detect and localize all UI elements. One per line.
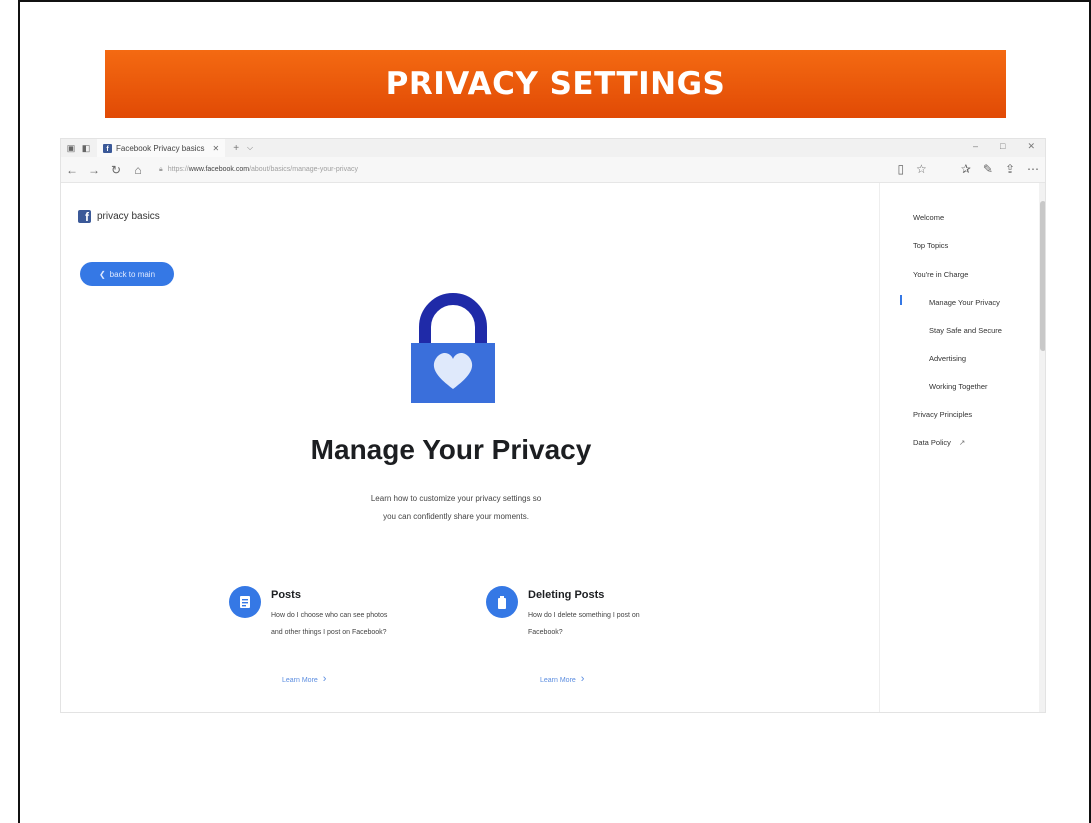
share-icon[interactable]: ⇪ <box>1005 162 1015 176</box>
learn-more-label: Learn More <box>540 677 576 684</box>
card-desc-line: How do I delete something I post on <box>528 612 640 619</box>
tab-title: Facebook Privacy basics <box>116 143 205 153</box>
data-policy-label: Data Policy <box>913 438 951 447</box>
sidebar-item-working-together[interactable]: Working Together <box>929 382 988 391</box>
card-title: Deleting Posts <box>528 589 605 601</box>
lock-icon: 🔒︎ <box>159 165 163 173</box>
card-desc-line: How do I choose who can see photos <box>271 612 388 619</box>
tab-bar: ▣ ◧ f Facebook Privacy basics ✕ + ⌵ – □ … <box>61 139 1045 157</box>
sidebar-item-privacy-principles[interactable]: Privacy Principles <box>913 410 972 419</box>
card-desc-line: and other things I post on Facebook? <box>271 629 387 636</box>
refresh-icon[interactable]: ↻ <box>105 163 127 177</box>
subtitle-line: you can confidently share your moments. <box>383 512 529 521</box>
deleting-posts-card: Deleting Posts How do I delete something… <box>486 586 698 641</box>
brand[interactable]: f privacy basics <box>78 210 160 223</box>
tab-close-icon[interactable]: ✕ <box>212 144 219 153</box>
maximize-button[interactable]: □ <box>1000 141 1005 152</box>
url-domain: www.facebook.com <box>188 166 250 173</box>
pen-note-icon[interactable]: ✎ <box>983 162 993 176</box>
minimize-button[interactable]: – <box>973 141 978 152</box>
reading-view-icon[interactable]: ▯ <box>897 162 904 176</box>
post-document-icon <box>229 586 261 618</box>
learn-more-link-deleting[interactable]: Learn More › <box>540 673 584 685</box>
tab-list-dropdown[interactable]: ⌵ <box>247 143 253 153</box>
sidebar-item-stay-safe[interactable]: Stay Safe and Secure <box>929 326 1002 335</box>
learn-more-label: Learn More <box>282 677 318 684</box>
slide-banner: PRIVACY SETTINGS <box>105 50 1006 118</box>
chevron-left-icon: ❮ <box>98 269 106 279</box>
page-subtitle: Learn how to customize your privacy sett… <box>331 490 581 526</box>
back-arrow-icon[interactable]: ← <box>61 163 83 177</box>
external-link-icon: ↗ <box>959 438 966 447</box>
scrollbar-thumb[interactable] <box>1040 201 1045 351</box>
chevron-right-icon: › <box>322 673 327 685</box>
more-menu-icon[interactable]: ⋯ <box>1027 162 1039 176</box>
card-description: How do I choose who can see photos and o… <box>271 607 441 641</box>
favorites-hub-icon[interactable]: ✰ <box>961 162 971 176</box>
subtitle-line: Learn how to customize your privacy sett… <box>370 494 542 503</box>
browser-tab[interactable]: f Facebook Privacy basics ✕ <box>97 139 226 157</box>
sidebar-item-advertising[interactable]: Advertising <box>929 354 966 363</box>
topics-sidebar: Welcome Top Topics You're in Charge Mana… <box>879 183 1045 712</box>
sidebar-item-youre-in-charge[interactable]: You're in Charge <box>913 270 968 279</box>
back-button-label: back to main <box>109 269 156 279</box>
brand-label: privacy basics <box>97 211 160 222</box>
url-prefix: https:// <box>167 166 189 173</box>
sidebar-item-top-topics[interactable]: Top Topics <box>913 241 948 250</box>
scrollbar[interactable] <box>1039 183 1045 712</box>
learn-more-link-posts[interactable]: Learn More › <box>282 673 326 685</box>
active-item-marker <box>900 295 902 305</box>
favorite-star-icon[interactable]: ☆ <box>916 162 927 176</box>
facebook-favicon-icon: f <box>103 143 112 153</box>
browser-window: ▣ ◧ f Facebook Privacy basics ✕ + ⌵ – □ … <box>60 138 1046 713</box>
posts-card: Posts How do I choose who can see photos… <box>229 586 441 641</box>
close-window-button[interactable]: ✕ <box>1027 141 1035 152</box>
forward-arrow-icon[interactable]: → <box>83 163 105 177</box>
url-field[interactable]: 🔒︎ https://www.facebook.com/about/basics… <box>159 161 859 179</box>
card-description: How do I delete something I post on Face… <box>528 607 698 641</box>
trash-icon <box>486 586 518 618</box>
sidebar-item-data-policy[interactable]: Data Policy ↗ <box>913 438 965 447</box>
facebook-logo-icon: f <box>78 210 91 223</box>
card-desc-line: Facebook? <box>528 629 563 636</box>
sidebar-item-manage-your-privacy[interactable]: Manage Your Privacy <box>929 298 1000 307</box>
card-title: Posts <box>271 589 301 601</box>
tab-preview-icon[interactable]: ▣ <box>66 143 76 153</box>
tab-aside-icon[interactable]: ◧ <box>81 143 91 153</box>
page-title: Manage Your Privacy <box>310 434 592 465</box>
new-tab-button[interactable]: + <box>233 143 239 154</box>
back-to-main-button[interactable]: ❮ back to main <box>80 262 174 286</box>
address-bar: ← → ↻ ⌂ 🔒︎ https://www.facebook.com/abou… <box>61 157 1045 183</box>
home-icon[interactable]: ⌂ <box>127 163 149 177</box>
chevron-right-icon: › <box>580 673 585 685</box>
url-path: /about/basics/manage-your-privacy <box>249 166 359 173</box>
padlock-heart-icon <box>411 293 495 403</box>
slide-title: PRIVACY SETTINGS <box>385 66 726 102</box>
sidebar-item-welcome[interactable]: Welcome <box>913 213 944 222</box>
